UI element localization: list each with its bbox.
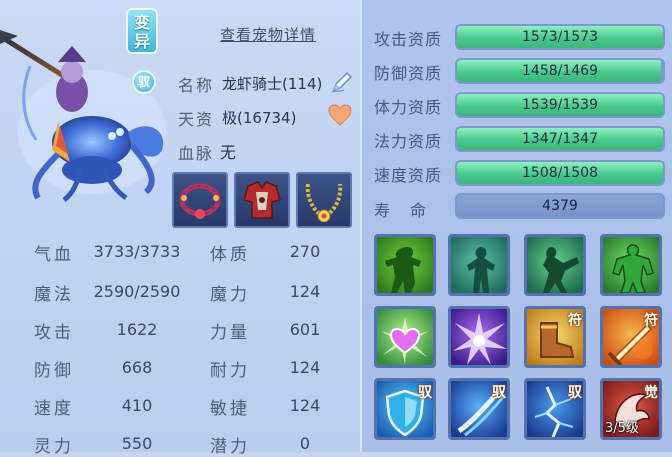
tame-badge: 驭 <box>132 70 156 94</box>
lifespan-bar: 4379 <box>455 193 665 219</box>
attribute-value: 124 <box>289 358 321 377</box>
skill-slot[interactable] <box>448 234 510 296</box>
stat-value: 3733/3733 <box>93 242 181 261</box>
aptitude-label: 攻击资质 <box>374 30 443 49</box>
skill-tag: 符 <box>568 313 582 329</box>
skill-slot[interactable]: 符 <box>524 306 586 368</box>
skill-tag: 驭 <box>418 385 432 401</box>
stat-label: 防御 <box>34 361 74 381</box>
attribute-value: 124 <box>289 282 321 301</box>
bloodline-value: 无 <box>220 143 237 162</box>
aptitude-label: 防御资质 <box>374 64 443 83</box>
skill-tag: 驭 <box>492 385 506 401</box>
pencil-edit-icon[interactable] <box>330 70 354 94</box>
heart-icon[interactable] <box>328 104 352 126</box>
aptitude-bar: 1573/1573 <box>455 24 665 50</box>
view-pet-details-link[interactable]: 查看宠物详情 <box>220 24 316 45</box>
stat-value: 668 <box>121 358 153 377</box>
skill-slot[interactable] <box>600 234 662 296</box>
red-armor-icon <box>243 181 281 219</box>
aptitude-value: 1508/1508 <box>522 165 598 181</box>
stat-label: 灵力 <box>34 437 74 457</box>
red-gem-necklace-icon <box>179 183 221 219</box>
stat-label: 攻击 <box>34 323 74 343</box>
name-label: 名称 <box>178 76 215 95</box>
stat-value: 1622 <box>116 320 158 339</box>
skill-slot[interactable] <box>374 306 436 368</box>
bloodline-label: 血脉 <box>178 144 215 163</box>
stat-label: 魔法 <box>34 285 74 305</box>
muscle-body-icon <box>603 237 659 293</box>
aptitude-value: 1539/1539 <box>522 97 598 113</box>
skill-slot[interactable]: 驭 <box>448 378 510 440</box>
aptitude-bar: 1508/1508 <box>455 160 665 186</box>
equipment-slot-armor[interactable] <box>234 172 290 228</box>
kick-pose-icon <box>527 237 583 293</box>
aptitude-value: 1573/1573 <box>522 29 598 45</box>
aptitude-value: 1458/1469 <box>522 63 598 79</box>
equipment-slot-ornament[interactable] <box>296 172 352 228</box>
talent-value: 极(16734) <box>222 109 297 127</box>
skill-tag: 觉 <box>644 385 658 401</box>
aptitude-label: 法力资质 <box>374 132 443 151</box>
attribute-label: 体质 <box>210 245 250 265</box>
figure-silhouette-icon <box>451 237 507 293</box>
attribute-value: 270 <box>289 242 321 261</box>
attribute-value: 124 <box>289 396 321 415</box>
heart-burst-icon <box>377 309 433 365</box>
attribute-label: 耐力 <box>210 361 250 381</box>
mutation-badge: 变异 <box>126 8 158 54</box>
skill-tag: 符 <box>644 313 658 329</box>
attribute-label: 力量 <box>210 323 250 343</box>
pet-name-value: 龙虾骑士(114) <box>222 75 323 93</box>
equipment-slot-necklace[interactable] <box>172 172 228 228</box>
skill-level: 3/5级 <box>605 421 639 436</box>
stat-value: 410 <box>121 396 153 415</box>
skill-slot[interactable] <box>524 234 586 296</box>
skill-slot[interactable] <box>374 234 436 296</box>
skill-slot[interactable]: 觉 3/5级 <box>600 378 662 440</box>
lifespan-value: 4379 <box>542 198 578 214</box>
skill-slot[interactable] <box>448 306 510 368</box>
stat-value: 550 <box>121 434 153 453</box>
attribute-label: 潜力 <box>210 437 250 457</box>
panel-divider <box>360 0 362 452</box>
attribute-value: 0 <box>299 434 311 453</box>
aptitude-label: 速度资质 <box>374 166 443 185</box>
skill-slot[interactable]: 驭 <box>524 378 586 440</box>
aptitude-bar: 1347/1347 <box>455 126 665 152</box>
skill-slot[interactable]: 符 <box>600 306 662 368</box>
aptitude-value: 1347/1347 <box>522 131 598 147</box>
lifespan-label: 寿 命 <box>374 201 429 220</box>
attribute-label: 敏捷 <box>210 399 250 419</box>
strength-pose-icon <box>377 237 433 293</box>
attribute-label: 魔力 <box>210 285 250 305</box>
purple-burst-icon <box>451 309 507 365</box>
stat-value: 2590/2590 <box>93 282 181 301</box>
skill-tag: 驭 <box>568 385 582 401</box>
talent-label: 天资 <box>178 110 215 129</box>
gold-bead-necklace-icon <box>305 183 343 223</box>
attribute-value: 601 <box>289 320 321 339</box>
aptitude-bar: 1539/1539 <box>455 92 665 118</box>
stat-label: 气血 <box>34 245 74 265</box>
stat-label: 速度 <box>34 399 74 419</box>
skill-slot[interactable]: 驭 <box>374 378 436 440</box>
aptitude-bar: 1458/1469 <box>455 58 665 84</box>
aptitude-label: 体力资质 <box>374 98 443 117</box>
